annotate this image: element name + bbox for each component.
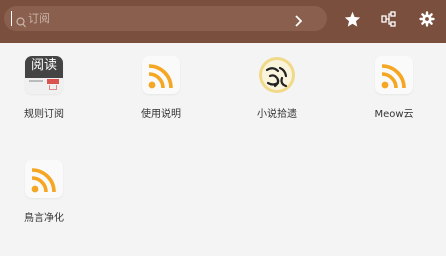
search-box[interactable]: 订阅 bbox=[4, 6, 327, 31]
item-label: 使用说明 bbox=[141, 109, 181, 120]
item-label: 规则订阅 bbox=[24, 109, 64, 120]
seal-logo bbox=[258, 56, 296, 94]
group-icon[interactable] bbox=[381, 11, 397, 31]
app-toolbar: 订阅 bbox=[0, 0, 446, 43]
grid-item-meow-cloud[interactable]: Meow云 bbox=[354, 56, 434, 122]
grid-item-bird-purify[interactable]: 鳥言净化 bbox=[4, 160, 84, 226]
logo-text: 阅读 bbox=[30, 58, 57, 73]
gear-icon[interactable] bbox=[419, 11, 435, 31]
item-label: 小说拾遗 bbox=[257, 109, 297, 120]
rss-icon bbox=[147, 62, 175, 94]
chevron-right-icon[interactable] bbox=[294, 12, 303, 31]
item-label: 鳥言净化 bbox=[24, 213, 64, 224]
grid-item-usage-guide[interactable]: 使用说明 bbox=[121, 56, 201, 122]
item-label: Meow云 bbox=[374, 109, 414, 120]
text-cursor bbox=[11, 11, 12, 26]
tile bbox=[25, 160, 63, 198]
search-placeholder: 订阅 bbox=[28, 12, 50, 25]
star-icon[interactable] bbox=[344, 11, 361, 31]
rss-icon bbox=[380, 62, 408, 94]
grid-item-rule-subscription[interactable]: 阅读 规则订阅 bbox=[4, 56, 84, 122]
rss-icon bbox=[30, 166, 58, 198]
grid-item-novel-collection[interactable]: 小说拾遗 bbox=[237, 56, 317, 122]
book-app-logo: 阅读 bbox=[25, 56, 63, 94]
tile bbox=[142, 56, 180, 94]
tile bbox=[375, 56, 413, 94]
search-icon bbox=[16, 13, 26, 32]
